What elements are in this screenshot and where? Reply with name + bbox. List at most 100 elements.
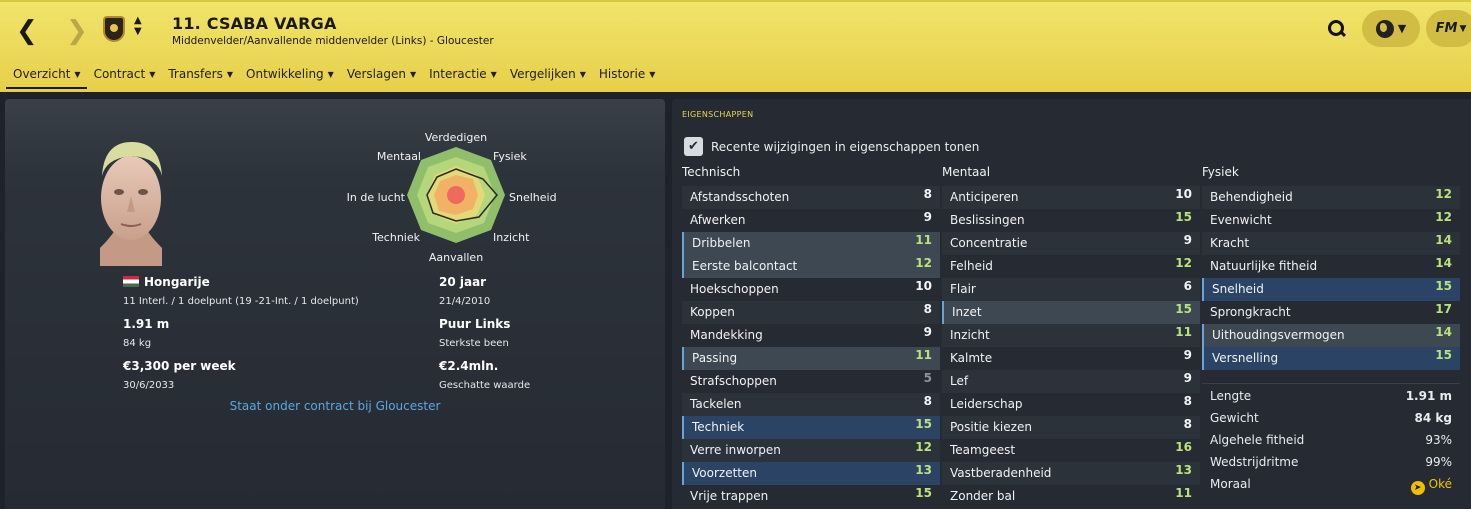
back-button[interactable]: ❮: [16, 18, 38, 44]
forward-button[interactable]: ❯: [66, 18, 88, 44]
attribute-row[interactable]: Evenwicht 12: [1202, 209, 1460, 232]
chevron-down-icon: ▼: [74, 70, 81, 79]
attribute-row[interactable]: Versnelling 15: [1202, 347, 1460, 370]
attribute-row[interactable]: Flair 6: [942, 278, 1200, 301]
attribute-row[interactable]: Natuurlijke fitheid 14: [1202, 255, 1460, 278]
nationality[interactable]: Hongarije: [123, 275, 210, 289]
fm-menu-button[interactable]: FM ▼: [1426, 10, 1471, 47]
radar-label-mentaal: Mentaal: [377, 150, 421, 163]
attribute-row[interactable]: Passing 11: [682, 347, 940, 370]
player-age: 20 jaar: [439, 275, 487, 289]
preferred-foot-label: Sterkste been: [439, 338, 509, 349]
attribute-row[interactable]: Snelheid 15: [1202, 278, 1460, 301]
tab-overzicht[interactable]: Overzicht ▼: [6, 65, 87, 89]
radar-label-verdedigen: Verdedigen: [425, 131, 487, 144]
attribute-row[interactable]: Tackelen 8: [682, 393, 940, 416]
attribute-row[interactable]: Beslissingen 15: [942, 209, 1200, 232]
physical-attributes-list: Behendigheid 12 Evenwicht 12 Kracht 14 Natu…: [1202, 186, 1460, 370]
chevron-down-icon: ▼: [226, 70, 234, 79]
attribute-row[interactable]: Strafschoppen 5: [682, 370, 940, 393]
estimated-value-label: Geschatte waarde: [439, 380, 531, 391]
attribute-row[interactable]: Uithoudingsvermogen 14: [1202, 324, 1460, 347]
player-switch-arrows[interactable]: ▲ ▼: [134, 15, 142, 37]
chevron-down-icon: ▼: [1397, 22, 1407, 35]
morale-arrow-icon: ➤: [1410, 481, 1425, 495]
stat-row-weight: Gewicht 84 kg: [1210, 411, 1452, 425]
attribute-row[interactable]: Teamgeest 16: [942, 439, 1200, 462]
attribute-row[interactable]: Kalmte 9: [942, 347, 1200, 370]
stat-row-morale[interactable]: Moraal ➤ Oké: [1202, 473, 1460, 495]
tab-verslagen[interactable]: Verslagen ▼: [340, 65, 422, 89]
search-icon[interactable]: [1328, 20, 1346, 38]
radar-label-aanvallen: Aanvallen: [429, 251, 483, 264]
chevron-down-icon: ▼: [649, 70, 656, 79]
attribute-row[interactable]: Kracht 14: [1202, 232, 1460, 255]
attribute-row[interactable]: Leiderschap 8: [942, 393, 1200, 416]
chevron-down-icon: ▼: [1459, 23, 1467, 34]
attribute-row[interactable]: Anticiperen 10: [942, 186, 1200, 209]
technical-header: Technisch: [682, 165, 741, 179]
attributes-section-title: EIGENSCHAPPEN: [682, 110, 754, 119]
attribute-row[interactable]: Koppen 8: [682, 301, 940, 324]
radar-label-techniek: Techniek: [371, 231, 420, 244]
attribute-row[interactable]: Felheid 12: [942, 255, 1200, 278]
attribute-row[interactable]: Sprongkracht 17: [1202, 301, 1460, 324]
attribute-row[interactable]: Inzicht 11: [942, 324, 1200, 347]
international-caps: 11 Interl. / 1 doelpunt (19 -21-Int. / 1…: [123, 296, 359, 307]
physical-stats-list: Lengte 1.91 m Gewicht 84 kg Algehele fithe…: [1202, 383, 1460, 495]
top-header: ❮ ❯ ▲ ▼ 11. CSABA VARGA Middenvelder/Aanv…: [0, 0, 1471, 92]
attribute-row[interactable]: Hoekschoppen 10: [682, 278, 940, 301]
fm-logo: FM: [1435, 21, 1458, 36]
tab-ontwikkeling[interactable]: Ontwikkeling ▼: [239, 65, 340, 89]
club-crest-icon[interactable]: [103, 16, 125, 42]
contract-status-link[interactable]: Staat onder contract bij Gloucester: [5, 399, 665, 413]
tab-transfers[interactable]: Transfers ▼: [161, 65, 239, 89]
tab-vergelijken[interactable]: Vergelijken ▼: [503, 65, 592, 89]
attribute-row[interactable]: Voorzetten 13: [682, 462, 940, 485]
attributes-panel: EIGENSCHAPPEN ✔ Recente wijzigingen in e…: [672, 99, 1471, 509]
chevron-down-icon: ▼: [409, 70, 417, 79]
stat-row-fitness: Algehele fitheid 93%: [1210, 433, 1452, 447]
flag-hungary-icon: [123, 276, 139, 287]
attribute-row[interactable]: Zonder bal 11: [942, 485, 1200, 508]
tab-historie[interactable]: Historie ▼: [592, 65, 661, 89]
attribute-row[interactable]: Lef 9: [942, 370, 1200, 393]
physical-header: Fysiek: [1202, 165, 1239, 179]
tab-interactie[interactable]: Interactie ▼: [422, 65, 503, 89]
radar-label-fysiek: Fysiek: [493, 150, 527, 163]
attribute-row[interactable]: Afstandsschoten 8: [682, 186, 940, 209]
attribute-row[interactable]: Concentratie 9: [942, 232, 1200, 255]
wage-value: €3,300 per week: [123, 359, 236, 373]
attribute-row[interactable]: Eerste balcontact 12: [682, 255, 940, 278]
attribute-row[interactable]: Vastberadenheid 13: [942, 462, 1200, 485]
chevron-down-icon: ▼: [579, 70, 586, 79]
attribute-row[interactable]: Positie kiezen 8: [942, 416, 1200, 439]
preferred-foot: Puur Links: [439, 317, 511, 331]
attribute-row[interactable]: Afwerken 9: [682, 209, 940, 232]
world-menu-button[interactable]: ▼: [1362, 10, 1420, 47]
player-radar-chart: Verdedigen Fysiek Snelheid Inzicht Aanva…: [347, 131, 557, 264]
globe-icon: [1375, 19, 1394, 38]
recent-changes-toggle[interactable]: ✔ Recente wijzigingen in eigenschappen t…: [684, 137, 979, 156]
estimated-value: €2.4mln.: [439, 359, 499, 373]
technical-attributes-list: Afstandsschoten 8 Afwerken 9 Dribbelen 11 E…: [682, 186, 940, 508]
radar-label-inzicht: Inzicht: [493, 231, 530, 244]
checkbox-checked-icon[interactable]: ✔: [684, 137, 703, 156]
tab-contract[interactable]: Contract ▼: [87, 65, 162, 89]
attribute-row[interactable]: Verre inworpen 12: [682, 439, 940, 462]
radar-center: [447, 186, 465, 204]
attribute-row[interactable]: Behendigheid 12: [1202, 186, 1460, 209]
mental-attributes-list: Anticiperen 10 Beslissingen 15 Concentrati…: [942, 186, 1200, 508]
attribute-row[interactable]: Vrije trappen 15: [682, 485, 940, 508]
attribute-row[interactable]: Inzet 15: [942, 301, 1200, 324]
attribute-row[interactable]: Mandekking 9: [682, 324, 940, 347]
height-value: 1.91 m: [123, 317, 170, 331]
contract-end-date: 30/6/2033: [123, 380, 175, 391]
attribute-row[interactable]: Dribbelen 11: [682, 232, 940, 255]
player-name: 11. CSABA VARGA: [172, 14, 337, 33]
mental-header: Mentaal: [942, 165, 991, 179]
stat-row-height: Lengte 1.91 m: [1210, 389, 1452, 403]
attribute-row[interactable]: Techniek 15: [682, 416, 940, 439]
chevron-down-icon: ▼: [327, 70, 334, 79]
radar-label-in-de-lucht: In de lucht: [347, 191, 406, 204]
